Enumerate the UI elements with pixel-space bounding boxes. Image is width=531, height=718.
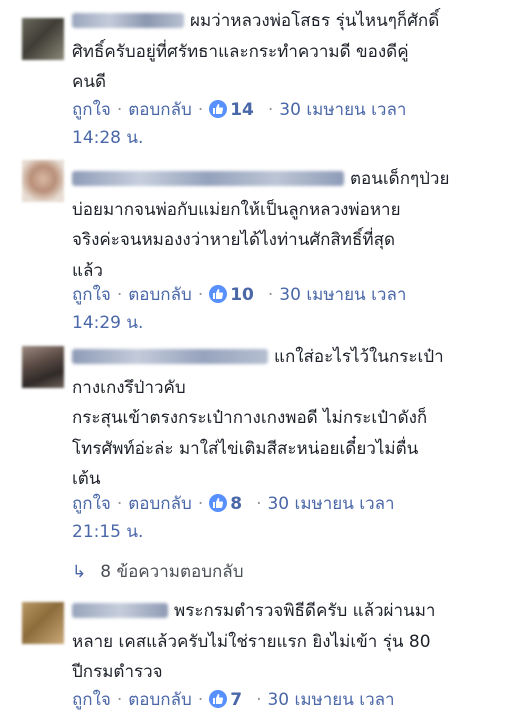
comment-actions: ถูกใจ · ตอบกลับ · 10 · 30 เมษายน เวลา 14:29 น.: [72, 281, 512, 337]
author-name[interactable]: [72, 603, 168, 618]
timestamp[interactable]: 30 เมษายน เวลา: [267, 494, 394, 514]
timestamp-time[interactable]: 14:29 น.: [72, 309, 512, 337]
view-replies-link[interactable]: ↳ 8 ข้อความตอบกลับ: [72, 560, 244, 584]
like-count[interactable]: 7: [230, 690, 242, 710]
like-link[interactable]: ถูกใจ: [72, 494, 111, 514]
comment-text: แกใส่อะไรไว้ในกระเป๋า กางเกงรึป่าวคับ กร…: [72, 347, 444, 489]
reply-link[interactable]: ตอบกลับ: [128, 285, 192, 305]
like-count[interactable]: 8: [230, 494, 242, 514]
avatar[interactable]: [22, 18, 64, 60]
comment-actions: ถูกใจ · ตอบกลับ · 8 · 30 เมษายน เวลา 21:15 น.: [72, 490, 512, 546]
comment-text: พระกรมตำรวจพิธีดีครับ แล้วผ่านมา หลาย เค…: [72, 601, 436, 682]
thumbs-up-icon[interactable]: [209, 690, 228, 708]
thumbs-up-icon[interactable]: [209, 100, 228, 118]
like-count[interactable]: 14: [230, 100, 254, 120]
timestamp[interactable]: 30 เมษายน เวลา: [267, 690, 394, 710]
replies-label[interactable]: 8 ข้อความตอบกลับ: [100, 562, 243, 582]
author-name[interactable]: [72, 171, 344, 186]
comment-text: ตอนเด็กๆป่วย บ่อยมากจนพ่อกับแม่ยกให้เป็น…: [72, 169, 450, 281]
comment-actions: ถูกใจ · ตอบกลับ · 7 · 30 เมษายน เวลา: [72, 690, 395, 710]
like-count[interactable]: 10: [230, 285, 254, 305]
avatar[interactable]: [22, 160, 64, 202]
reply-link[interactable]: ตอบกลับ: [128, 100, 192, 120]
timestamp-time[interactable]: 14:28 น.: [72, 124, 512, 152]
avatar[interactable]: [22, 602, 64, 644]
reply-link[interactable]: ตอบกลับ: [128, 494, 192, 514]
avatar[interactable]: [22, 346, 64, 388]
comment-actions: ถูกใจ · ตอบกลับ · 14 · 30 เมษายน เวลา 14:28 น.: [72, 96, 512, 152]
timestamp-time[interactable]: 21:15 น.: [72, 518, 512, 546]
author-name[interactable]: [72, 13, 184, 28]
thumbs-up-icon[interactable]: [209, 285, 228, 303]
reply-arrow-icon: ↳: [72, 562, 87, 582]
like-link[interactable]: ถูกใจ: [72, 285, 111, 305]
like-link[interactable]: ถูกใจ: [72, 690, 111, 710]
timestamp[interactable]: 30 เมษายน เวลา: [279, 100, 406, 120]
timestamp[interactable]: 30 เมษายน เวลา: [279, 285, 406, 305]
author-name[interactable]: [72, 349, 268, 364]
comment-text: ผมว่าหลวงพ่อโสธร รุ่นไหนๆก็ศักดิ์ ศิทธิ์…: [72, 11, 440, 92]
reply-link[interactable]: ตอบกลับ: [128, 690, 192, 710]
thumbs-up-icon[interactable]: [209, 494, 228, 512]
like-link[interactable]: ถูกใจ: [72, 100, 111, 120]
